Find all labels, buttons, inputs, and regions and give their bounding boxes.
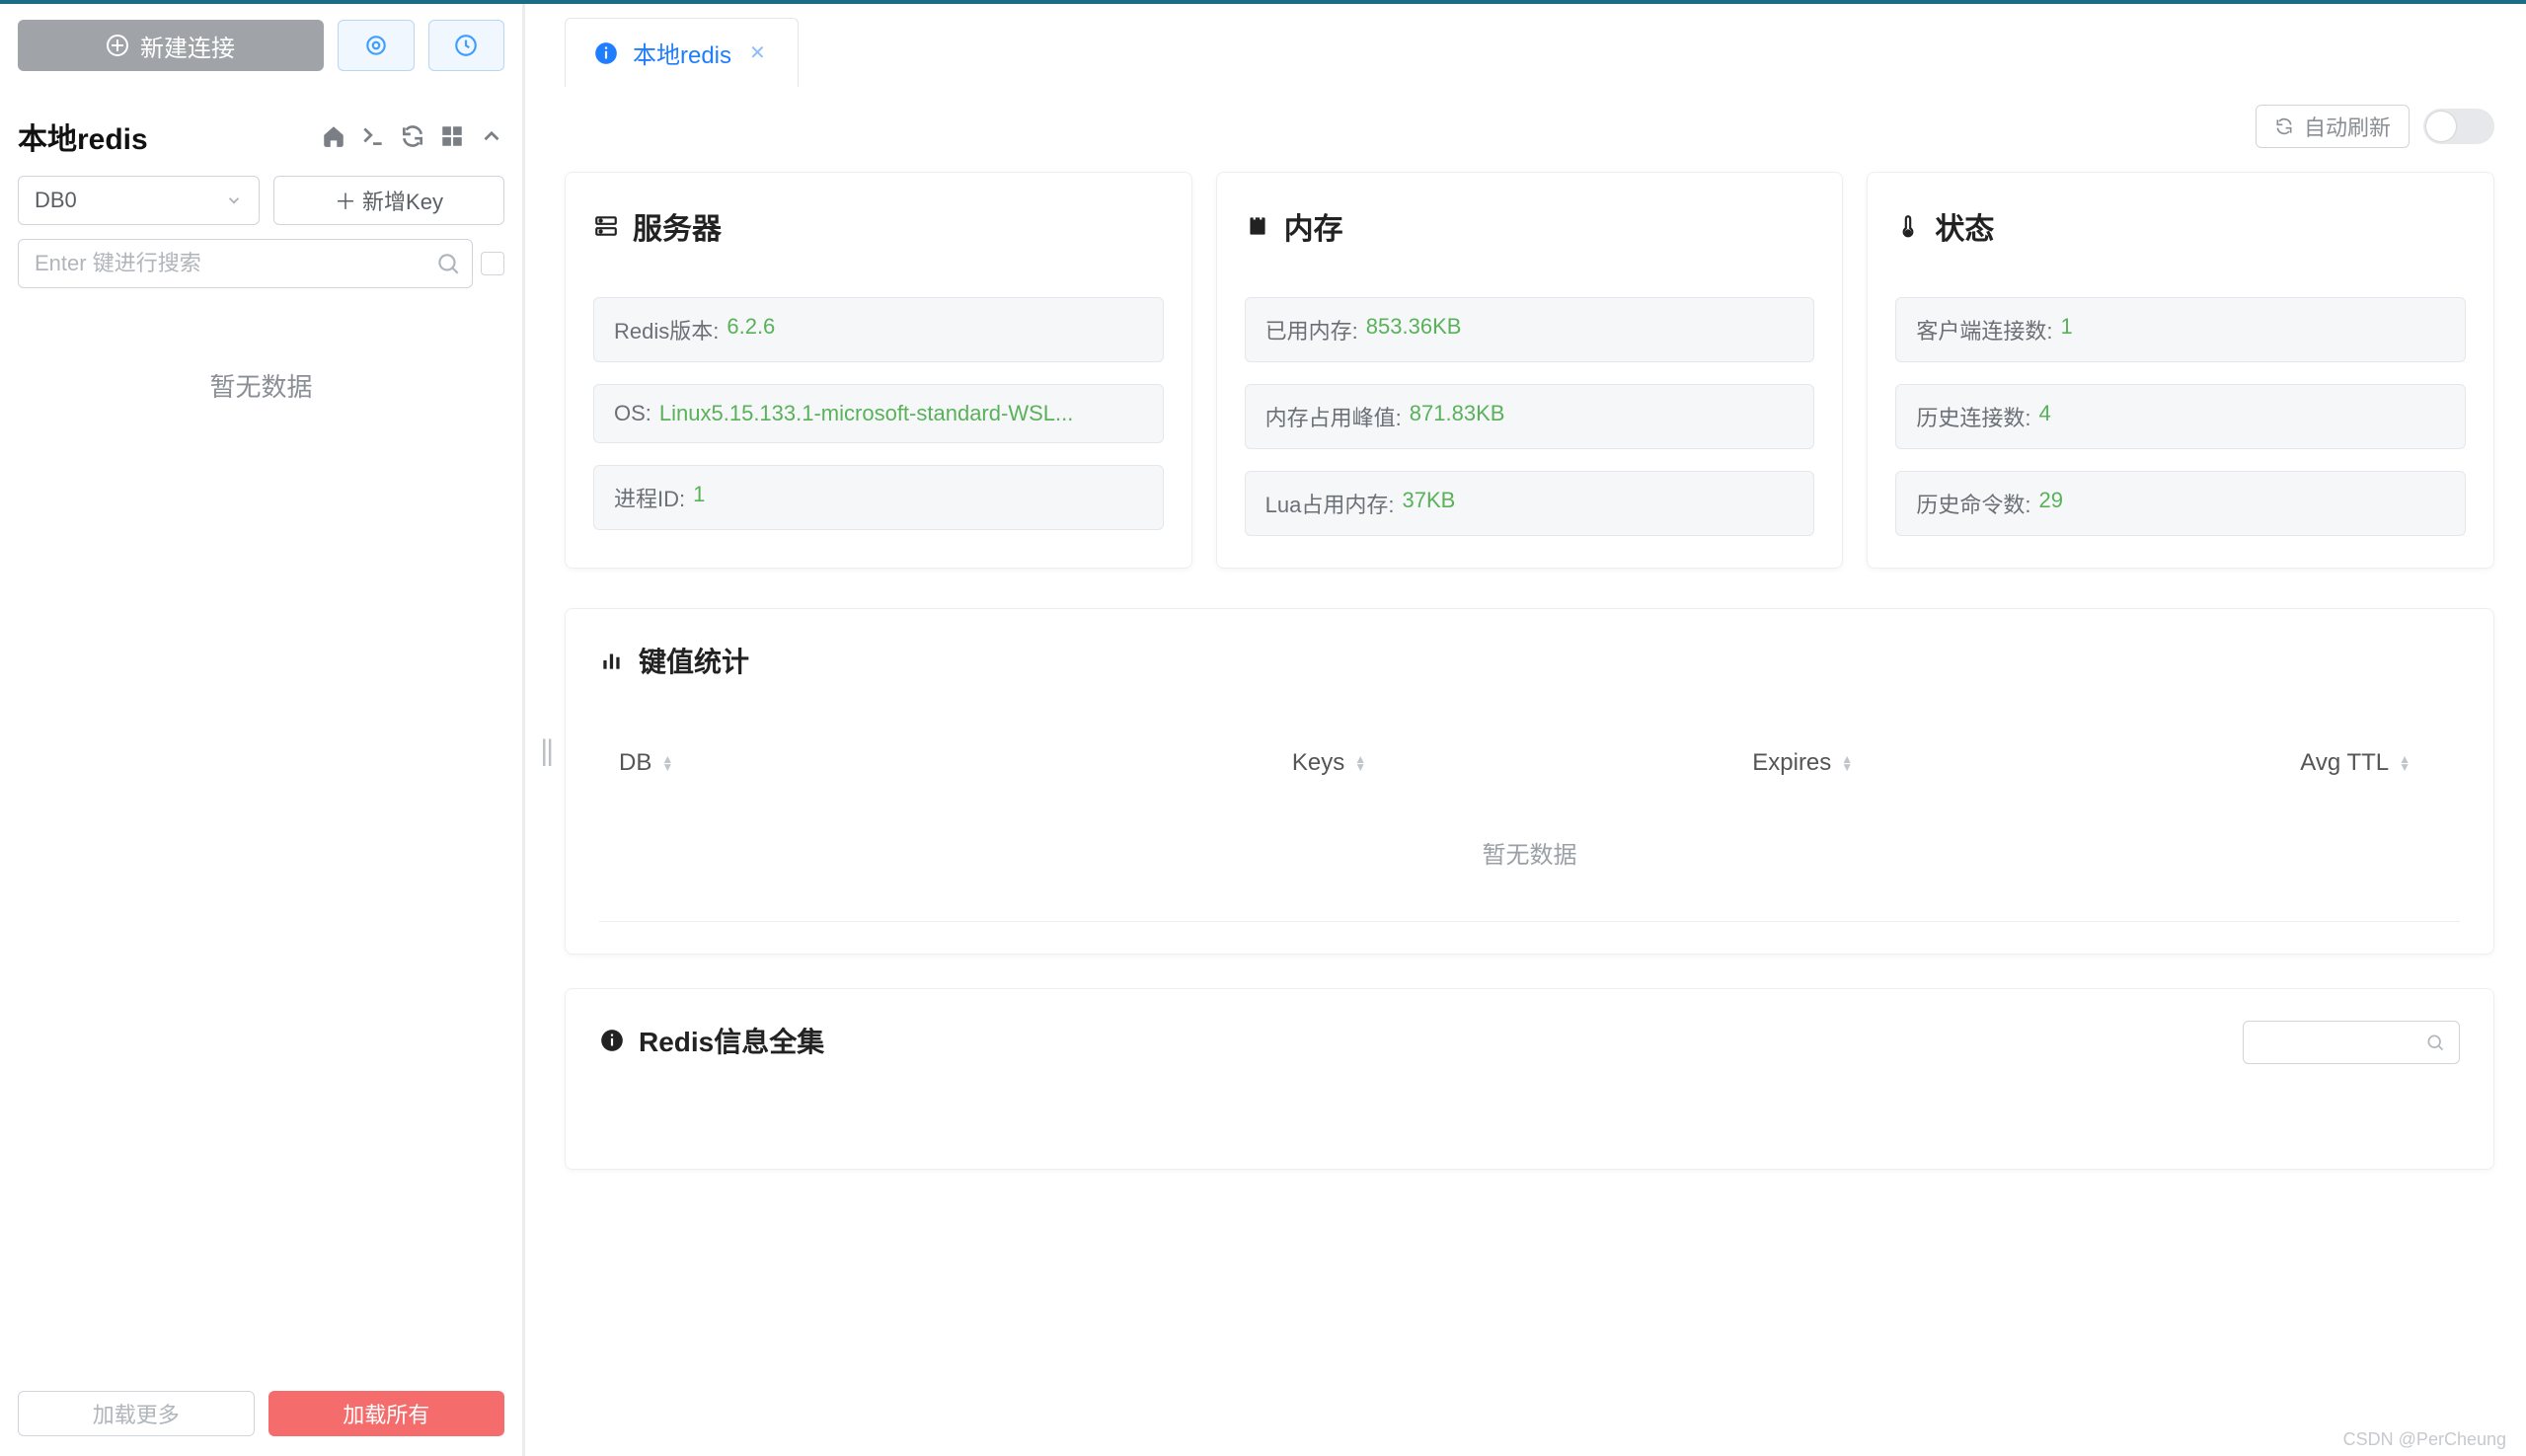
redis-info-panel: Redis信息全集 <box>565 988 2494 1170</box>
auto-refresh-label: 自动刷新 <box>2304 111 2391 142</box>
sidebar-empty-label: 暂无数据 <box>18 367 504 404</box>
new-key-button[interactable]: ＋ 新增Key <box>273 176 504 225</box>
server-card: 服务器 Redis版本: 6.2.6 OS: Linux5.15.133.1-m… <box>565 172 1192 569</box>
new-connection-button[interactable]: 新建连接 <box>18 20 324 71</box>
sort-icon: ▲▼ <box>1354 755 1366 771</box>
col-db[interactable]: DB▲▼ <box>619 749 1093 777</box>
chevron-up-icon[interactable] <box>479 123 504 149</box>
db-select[interactable]: DB0 <box>18 176 260 225</box>
resize-handle-icon[interactable]: || <box>540 734 552 768</box>
chevron-down-icon <box>225 192 243 209</box>
refresh-icon <box>2274 116 2294 136</box>
status-card-title: 状态 <box>1935 204 1994 248</box>
stat-row: 内存占用峰值: 871.83KB <box>1245 384 1815 449</box>
table-header: DB▲▼ Keys▲▼ Expires▲▼ Avg TTL▲▼ <box>599 739 2460 787</box>
memory-card-title: 内存 <box>1284 204 1343 248</box>
keystats-panel: 键值统计 DB▲▼ Keys▲▼ Expires▲▼ Avg TTL▲▼ 暂无数… <box>565 608 2494 955</box>
regex-checkbox[interactable] <box>481 252 504 275</box>
tab-label: 本地redis <box>633 36 731 70</box>
terminal-icon[interactable] <box>360 123 386 149</box>
connection-title: 本地redis <box>18 115 148 158</box>
stat-row: Redis版本: 6.2.6 <box>593 297 1164 362</box>
col-avg-ttl[interactable]: Avg TTL▲▼ <box>2039 749 2440 777</box>
stat-row: 历史命令数: 29 <box>1895 471 2466 536</box>
bar-chart-icon <box>599 648 625 673</box>
stat-row: Lua占用内存: 37KB <box>1245 471 1815 536</box>
memory-card: 内存 已用内存: 853.36KB 内存占用峰值: 871.83KB Lua占用… <box>1216 172 1844 569</box>
load-more-button[interactable]: 加载更多 <box>18 1391 255 1436</box>
main-content: 本地redis ✕ 自动刷新 服务器 Redis版本: 6.2.6 OS: Li… <box>525 4 2526 1456</box>
stat-row: 历史连接数: 4 <box>1895 384 2466 449</box>
search-icon[interactable] <box>435 251 461 276</box>
search-icon <box>2425 1033 2445 1052</box>
target-icon <box>363 33 389 58</box>
grid-icon[interactable] <box>439 123 465 149</box>
watermark: CSDN @PerCheung <box>2343 1429 2506 1450</box>
col-expires[interactable]: Expires▲▼ <box>1566 749 2039 777</box>
status-card: 状态 客户端连接数: 1 历史连接数: 4 历史命令数: 29 <box>1867 172 2494 569</box>
info-icon <box>593 40 619 66</box>
refresh-icon[interactable] <box>400 123 425 149</box>
plus-icon: ＋ <box>335 185 356 216</box>
server-icon <box>593 213 619 239</box>
new-connection-label: 新建连接 <box>140 29 235 63</box>
load-all-button[interactable]: 加载所有 <box>268 1391 505 1436</box>
search-input[interactable] <box>18 239 473 288</box>
stat-row: 已用内存: 853.36KB <box>1245 297 1815 362</box>
clock-icon <box>453 33 479 58</box>
col-keys[interactable]: Keys▲▼ <box>1093 749 1567 777</box>
table-empty-label: 暂无数据 <box>599 787 2460 901</box>
new-key-label: 新增Key <box>362 185 443 216</box>
keystats-title: 键值统计 <box>639 641 749 680</box>
history-button[interactable] <box>428 20 505 71</box>
info-search-input[interactable] <box>2243 1021 2460 1064</box>
db-select-value: DB0 <box>35 188 77 213</box>
settings-button[interactable] <box>338 20 415 71</box>
memory-icon <box>1245 213 1270 239</box>
close-icon[interactable]: ✕ <box>745 40 770 65</box>
plus-circle-icon <box>107 35 128 56</box>
tab-connection[interactable]: 本地redis ✕ <box>565 18 799 87</box>
home-icon[interactable] <box>321 123 346 149</box>
sidebar: 新建连接 本地redis DB0 <box>0 4 525 1456</box>
sort-icon: ▲▼ <box>661 755 673 771</box>
stat-row: 客户端连接数: 1 <box>1895 297 2466 362</box>
stat-row: OS: Linux5.15.133.1-microsoft-standard-W… <box>593 384 1164 443</box>
auto-refresh-button[interactable]: 自动刷新 <box>2256 105 2410 148</box>
thermometer-icon <box>1895 213 1921 239</box>
stat-row: 进程ID: 1 <box>593 465 1164 530</box>
auto-refresh-toggle[interactable] <box>2423 109 2494 144</box>
redis-info-title: Redis信息全集 <box>639 1021 824 1060</box>
sort-icon: ▲▼ <box>1841 755 1853 771</box>
info-circle-icon <box>599 1028 625 1053</box>
server-card-title: 服务器 <box>633 204 722 248</box>
sort-icon: ▲▼ <box>2399 755 2411 771</box>
